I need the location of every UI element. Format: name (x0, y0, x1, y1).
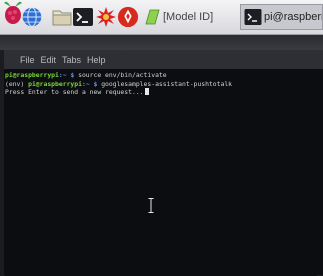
menu-edit[interactable]: Edit (41, 55, 57, 65)
output-text: Press Enter to send a new request... (5, 88, 144, 96)
terminal-line: pi@raspberrypi:~ $ source env/bin/activa… (5, 71, 317, 80)
globe-icon[interactable] (21, 6, 43, 28)
terminal-window: File Edit Tabs Help pi@raspberrypi:~ $ s… (4, 50, 323, 276)
folder-icon[interactable] (51, 6, 73, 28)
task-label: [Model ID] (163, 11, 214, 23)
menu-help[interactable]: Help (87, 55, 106, 65)
menu-bar: File Edit Tabs Help (4, 50, 323, 69)
ibeam-cursor-icon (148, 198, 154, 213)
prompt-path: :~ $ (58, 71, 75, 79)
terminal-task[interactable]: pi@raspberrypi (240, 4, 323, 30)
burst-icon[interactable] (95, 6, 117, 28)
terminal-icon[interactable] (72, 6, 94, 28)
desktop-strip (0, 35, 323, 50)
taskbar: [Model ID] pi@raspberrypi (0, 0, 323, 35)
command-text: source env/bin/activate (74, 71, 167, 79)
command-text: googlesamples-assistant-pushtotalk (97, 79, 233, 88)
terminal-line: Press Enter to send a new request... (5, 88, 317, 97)
wolfram-icon[interactable] (117, 6, 139, 28)
prompt-path: :~ $ (81, 79, 98, 88)
terminal-output[interactable]: pi@raspberrypi:~ $ source env/bin/activa… (5, 70, 317, 276)
venv-prefix: (env) (5, 79, 29, 88)
tab-icon (145, 9, 160, 25)
prompt-user: pi@raspberrypi (28, 79, 82, 88)
prompt-user: pi@raspberrypi (5, 71, 59, 79)
terminal-line: (env) pi@raspberrypi:~ $ googlesamples-a… (5, 80, 317, 89)
menu-file[interactable]: File (20, 55, 35, 65)
menu-tabs[interactable]: Tabs (62, 55, 81, 65)
model-id-task[interactable]: [Model ID] (144, 5, 231, 29)
task-label: pi@raspberrypi (264, 11, 322, 23)
terminal-icon (244, 9, 262, 25)
text-cursor (144, 88, 149, 95)
